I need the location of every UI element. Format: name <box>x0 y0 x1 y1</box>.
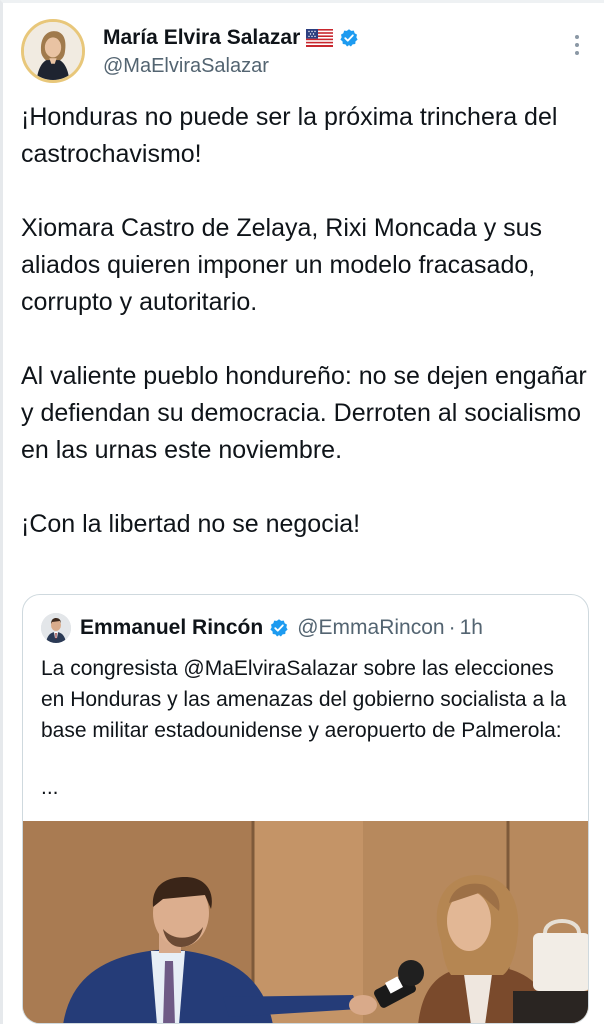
quoted-tweet[interactable]: Emmanuel Rincón @EmmaRincon · 1h La cong… <box>22 594 589 1024</box>
tweet-header: María Elvira Salazar @MaElviraSalazar <box>21 19 589 87</box>
verified-badge-icon <box>339 28 359 48</box>
interview-scene-image <box>23 821 588 1023</box>
quoted-author-display-name[interactable]: Emmanuel Rincón <box>80 616 263 640</box>
quoted-tweet-header: Emmanuel Rincón @EmmaRincon · 1h <box>41 612 483 644</box>
us-flag-icon <box>306 29 334 47</box>
tweet-paragraph: Xiomara Castro de Zelaya, Rixi Moncada y… <box>21 214 543 316</box>
author-avatar[interactable] <box>21 19 85 83</box>
quoted-tweet-time[interactable]: 1h <box>460 616 483 640</box>
quoted-tweet-ellipsis: ... <box>41 776 59 799</box>
quoted-author-avatar[interactable] <box>41 613 71 643</box>
author-handle[interactable]: @MaElviraSalazar <box>103 53 359 79</box>
author-avatar-image <box>24 22 82 80</box>
display-name-row: María Elvira Salazar <box>103 25 359 51</box>
tweet-text: ¡Honduras no puede ser la próxima trinch… <box>21 99 591 543</box>
separator-dot: · <box>448 616 456 639</box>
video-thumbnail[interactable] <box>23 821 588 1023</box>
tweet-paragraph: ¡Con la libertad no se negocia! <box>21 510 361 538</box>
author-display-name[interactable]: María Elvira Salazar <box>103 25 300 51</box>
tweet-paragraph: ¡Honduras no puede ser la próxima trinch… <box>21 103 558 168</box>
quoted-tweet-text: La congresista @MaElviraSalazar sobre la… <box>41 657 567 742</box>
tweet-card: María Elvira Salazar @MaElviraSalazar ¡H… <box>0 0 604 1024</box>
tweet-paragraph: Al valiente pueblo hondureño: no se deje… <box>21 362 587 464</box>
verified-badge-icon <box>269 618 289 638</box>
author-names: María Elvira Salazar @MaElviraSalazar <box>103 25 359 79</box>
more-options-icon[interactable] <box>573 35 581 59</box>
quoted-author-avatar-image <box>41 613 71 643</box>
quoted-author-handle[interactable]: @EmmaRincon <box>297 616 444 640</box>
